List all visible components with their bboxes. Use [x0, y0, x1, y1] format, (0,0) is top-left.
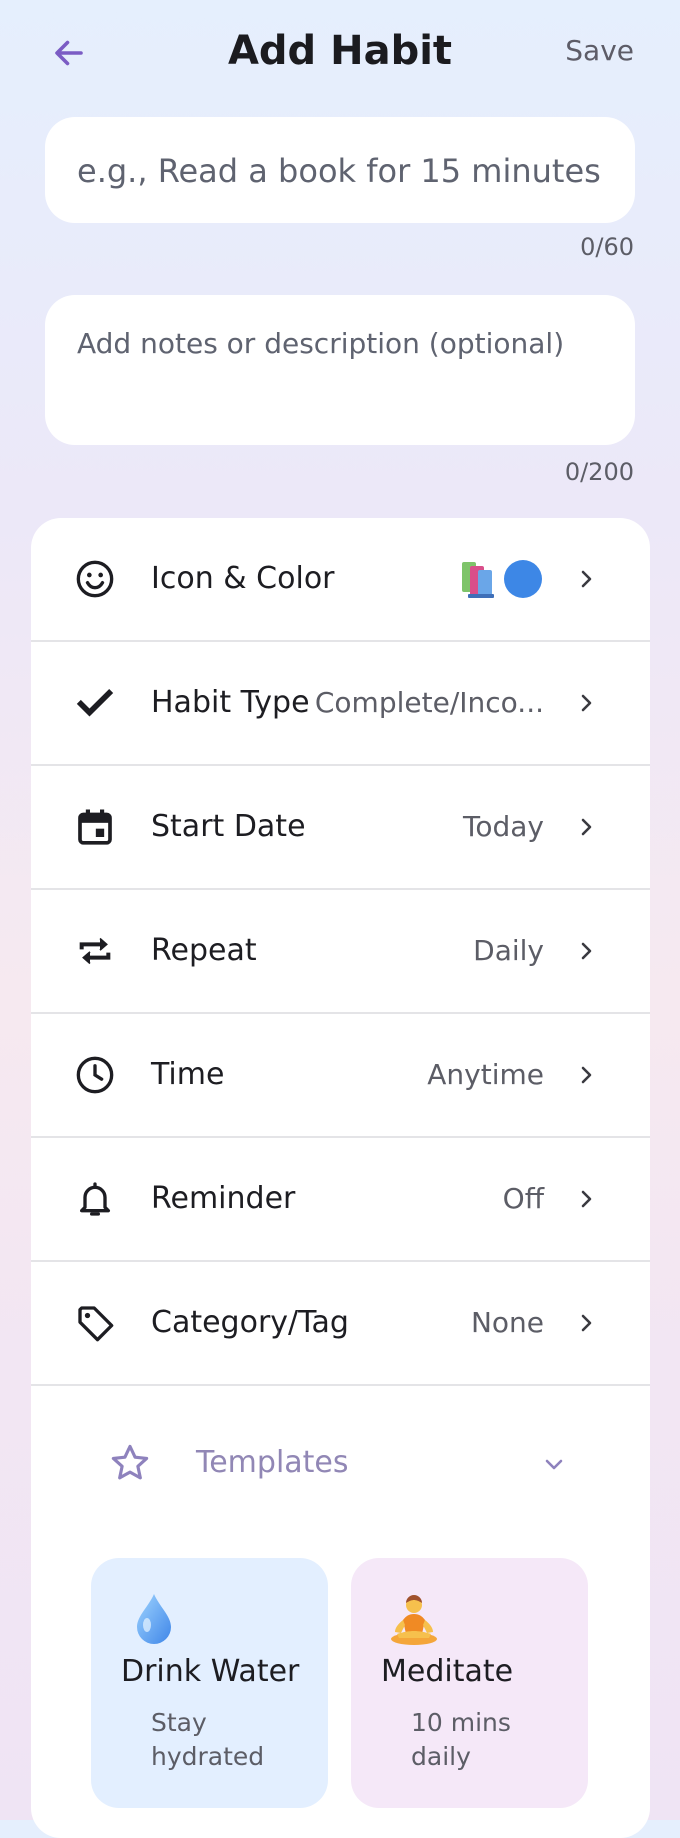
setting-label: Start Date [151, 809, 306, 844]
meditation-icon [391, 1595, 437, 1645]
setting-row-reminder[interactable]: Reminder Off [31, 1138, 650, 1262]
star-icon [111, 1444, 149, 1480]
notes-char-counter: 0/200 [564, 458, 634, 486]
habit-name-field [45, 117, 635, 225]
template-subtitle: 10 mins daily [411, 1708, 511, 1771]
header: Add Habit Save [0, 0, 680, 108]
water-drop-icon [137, 1594, 171, 1644]
chevron-right-icon [581, 818, 592, 836]
setting-value: None [470, 1306, 544, 1339]
tag-icon [78, 1306, 114, 1342]
templates-label: Templates [196, 1445, 349, 1480]
calendar-icon [78, 809, 112, 845]
setting-row-start-date[interactable]: Start Date Today [31, 766, 650, 890]
templates-toggle[interactable]: Templates [31, 1418, 650, 1508]
chevron-right-icon [581, 1190, 592, 1208]
name-char-counter: 0/60 [580, 233, 634, 261]
setting-label: Reminder [151, 1181, 296, 1216]
chevron-right-icon [581, 942, 592, 960]
setting-row-time[interactable]: Time Anytime [31, 1014, 650, 1138]
template-card-meditate[interactable]: Meditate 10 mins daily [351, 1558, 588, 1808]
notes-field [45, 295, 635, 445]
repeat-icon [79, 937, 111, 965]
template-card-drink-water[interactable]: Drink Water Stay hydrated [91, 1558, 328, 1808]
setting-label: Repeat [151, 933, 257, 968]
setting-value: Off [502, 1182, 544, 1215]
setting-value: Daily [473, 934, 544, 967]
setting-label: Time [151, 1057, 225, 1092]
settings-card: Icon & Color Habit Type Complete/Inco... [31, 518, 650, 1838]
template-title: Drink Water [121, 1654, 300, 1689]
clock-icon [76, 1056, 114, 1094]
smiley-icon [76, 560, 114, 598]
bell-icon [80, 1182, 111, 1216]
setting-value: Today [463, 810, 544, 843]
setting-value: Complete/Inco... [314, 686, 544, 719]
setting-value: Anytime [427, 1058, 544, 1091]
notes-input[interactable] [75, 325, 619, 429]
setting-row-category-tag[interactable]: Category/Tag None [31, 1262, 650, 1386]
chevron-right-icon [581, 1066, 592, 1084]
template-subtitle: Stay hydrated [151, 1708, 265, 1771]
setting-label: Habit Type [151, 685, 310, 720]
habit-name-input[interactable] [75, 117, 619, 225]
books-icon [462, 562, 494, 598]
setting-row-repeat[interactable]: Repeat Daily [31, 890, 650, 1014]
setting-row-icon-color[interactable]: Icon & Color [31, 518, 650, 642]
chevron-right-icon [581, 1314, 592, 1332]
template-title: Meditate [381, 1654, 514, 1689]
icon-color-preview [462, 560, 542, 598]
check-icon [76, 688, 114, 717]
setting-label: Icon & Color [151, 561, 335, 596]
setting-row-habit-type[interactable]: Habit Type Complete/Inco... [31, 642, 650, 766]
chevron-right-icon [581, 694, 592, 712]
color-dot [504, 560, 542, 598]
setting-label: Category/Tag [151, 1305, 349, 1340]
chevron-right-icon [581, 570, 592, 588]
save-button[interactable]: Save [565, 34, 634, 67]
chevron-down-icon [545, 1459, 563, 1470]
